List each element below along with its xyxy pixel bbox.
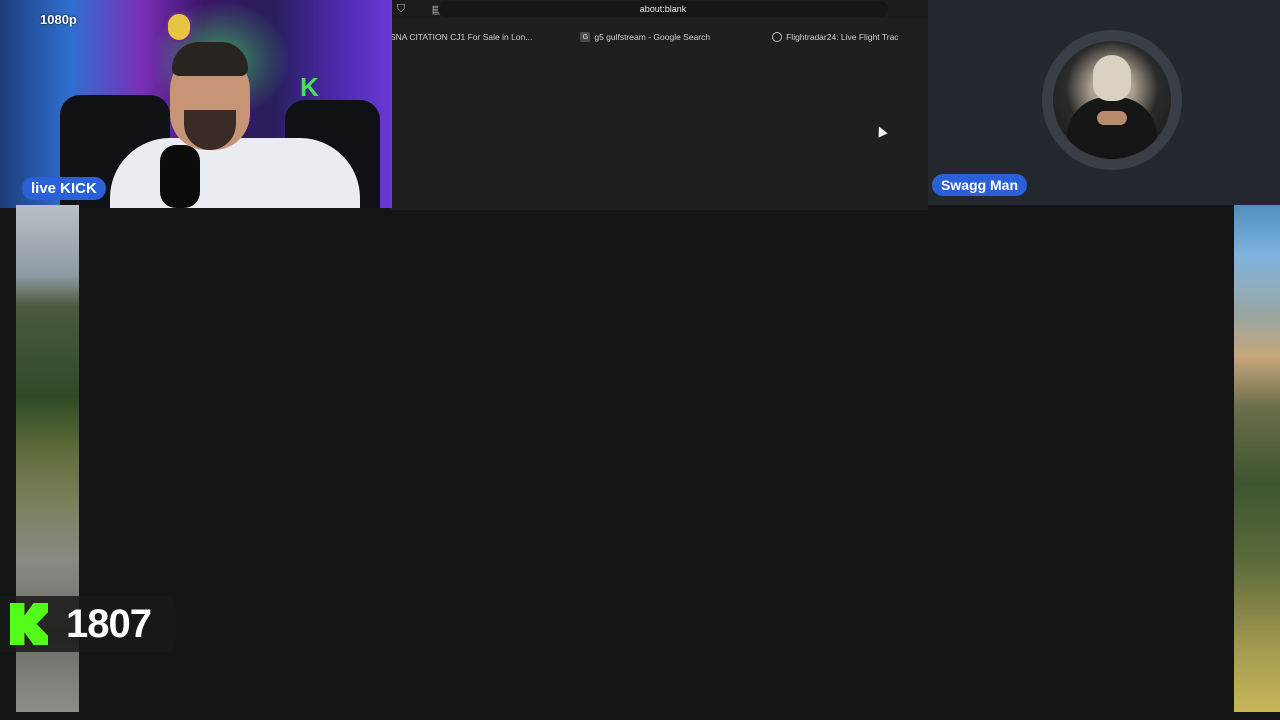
stream-stage: ⛉ ▤ about:blank SNA CITATION CJ1 For Sal…: [0, 0, 1280, 720]
avatar: [1053, 41, 1171, 159]
shield-icon[interactable]: ⛉: [394, 2, 408, 16]
kick-icon: [10, 603, 48, 645]
microphone-icon: [160, 145, 200, 208]
kick-logo-icon: K: [300, 72, 319, 102]
viewer-counter: 1807: [0, 596, 176, 652]
bookmark-label: SNA CITATION CJ1 For Sale in Lon...: [390, 32, 533, 42]
address-bar-url: about:blank: [639, 4, 687, 14]
bookmark-label: Flightradar24: Live Flight Trac: [786, 32, 899, 42]
bookmark-item[interactable]: SNA CITATION CJ1 For Sale in Lon...: [390, 32, 532, 42]
mouse-cursor-icon: [874, 124, 888, 138]
avatar-body: [1067, 97, 1157, 159]
avatar-hands: [1097, 111, 1127, 125]
flightradar-favicon-icon: [772, 32, 783, 42]
address-bar[interactable]: about:blank: [438, 1, 888, 17]
live-badge: live KICK: [22, 177, 106, 200]
mascot-icon: [166, 12, 192, 42]
resolution-label: 1080p: [40, 12, 77, 27]
bookmarks-bar: SNA CITATION CJ1 For Sale in Lon... G g5…: [390, 18, 928, 56]
webcam-feed: K 1080p live KICK: [0, 0, 392, 208]
google-favicon-icon: G: [580, 32, 591, 42]
avatar-mask: [1093, 55, 1131, 101]
avatar-ring: [1042, 30, 1182, 170]
bookmark-item[interactable]: Flightradar24: Live Flight Trac: [772, 32, 899, 42]
viewer-count: 1807: [66, 601, 152, 646]
guest-panel: Swagg Man: [928, 0, 1280, 205]
streamer-shirt: [110, 138, 360, 208]
landscape-image-right: [1234, 205, 1280, 712]
bookmark-label: g5 gulfstream - Google Search: [594, 32, 711, 42]
streamer-hair: [172, 42, 248, 76]
browser-toolbar: ⛉ ▤ about:blank: [390, 0, 928, 18]
guest-name-badge: Swagg Man: [932, 174, 1028, 196]
bookmark-item[interactable]: G g5 gulfstream - Google Search: [580, 32, 710, 42]
browser-window: ⛉ ▤ about:blank SNA CITATION CJ1 For Sal…: [390, 0, 928, 210]
